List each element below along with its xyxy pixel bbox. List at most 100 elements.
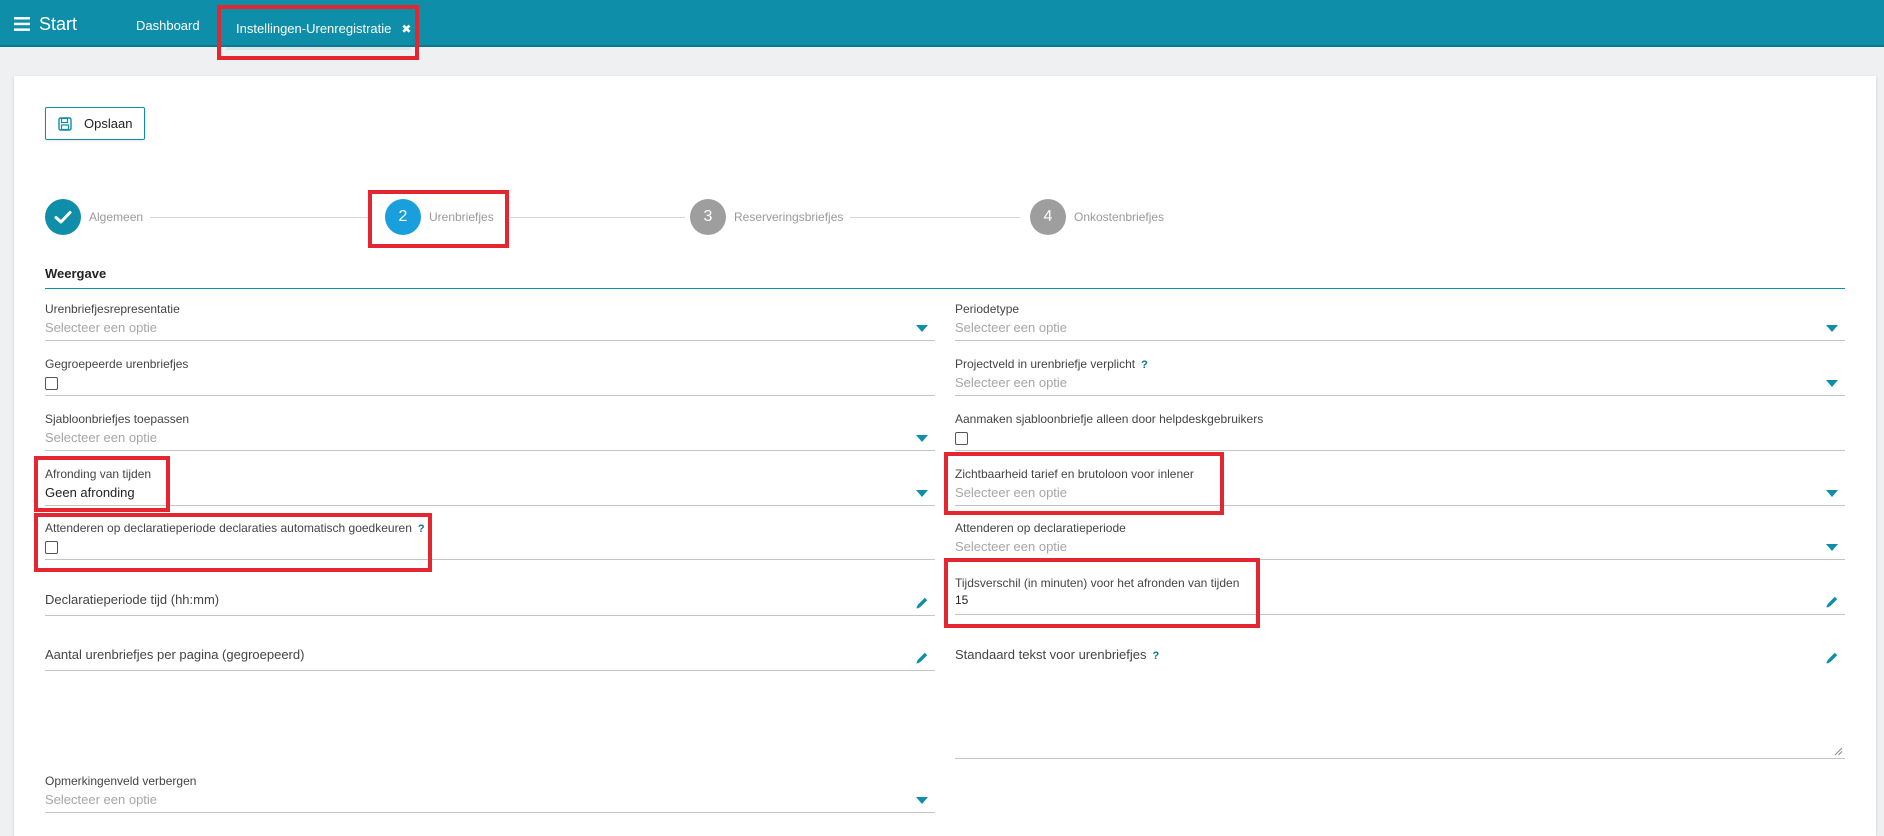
field-label: Attenderen op declaratieperiode xyxy=(955,521,1126,535)
field-label: Opmerkingenveld verbergen xyxy=(45,774,197,788)
step-reserveringsbriefjes[interactable]: 3 Reserveringsbriefjes xyxy=(690,199,843,235)
select-placeholder[interactable]: Selecteer een optie xyxy=(45,792,935,807)
field-underline xyxy=(45,450,935,451)
field-underline xyxy=(45,340,935,341)
step-algemeen[interactable]: Algemeen xyxy=(45,199,143,235)
stepper-connector xyxy=(850,217,1020,218)
step-circle: 2 xyxy=(385,199,421,235)
select-placeholder[interactable]: Selecteer een optie xyxy=(45,320,935,335)
section-title: Weergave xyxy=(45,266,107,281)
select-value[interactable]: Geen afronding xyxy=(45,485,935,500)
chevron-down-icon[interactable] xyxy=(916,325,928,332)
stepper-connector xyxy=(510,217,685,218)
chevron-down-icon[interactable] xyxy=(1826,490,1838,497)
start-menu-button[interactable]: Start xyxy=(14,12,77,36)
input-label[interactable]: Declaratieperiode tijd (hh:mm) xyxy=(45,592,935,607)
field-label: Afronding van tijden xyxy=(45,467,152,481)
step-label: Reserveringsbriefjes xyxy=(734,210,844,224)
chevron-down-icon[interactable] xyxy=(916,435,928,442)
active-tab-indicator xyxy=(226,47,410,50)
field-label: Gegroepeerde urenbriefjes xyxy=(45,357,189,371)
field-underline xyxy=(45,505,935,506)
field-underline xyxy=(45,670,935,671)
field-underline xyxy=(955,395,1845,396)
field-label: Periodetype xyxy=(955,302,1020,316)
field-zichtbaarheid-tarief: Zichtbaarheid tarief en brutoloon voor i… xyxy=(955,467,1845,507)
tab-label: Instellingen-Urenregistratie xyxy=(236,21,392,36)
field-underline xyxy=(45,559,935,560)
tab-dashboard[interactable]: Dashboard xyxy=(136,16,200,34)
step-circle xyxy=(45,199,81,235)
help-icon[interactable]: ? xyxy=(1153,650,1160,662)
section-divider xyxy=(45,288,1845,289)
step-onkostenbriefjes[interactable]: 4 Onkostenbriefjes xyxy=(1030,199,1164,235)
field-underline xyxy=(955,758,1845,759)
field-underline xyxy=(45,615,935,616)
tab-instellingen-urenregistratie[interactable]: Instellingen-Urenregistratie ✖ xyxy=(218,5,418,59)
field-aanmaken-sjabloonbriefje: Aanmaken sjabloonbriefje alleen door hel… xyxy=(955,412,1845,452)
chevron-down-icon[interactable] xyxy=(1826,380,1838,387)
hamburger-menu-icon xyxy=(14,17,30,31)
attenderen-automatisch-checkbox[interactable] xyxy=(45,541,58,554)
help-icon[interactable]: ? xyxy=(418,523,425,535)
field-label: Aanmaken sjabloonbriefje alleen door hel… xyxy=(955,412,1264,426)
tijdsverschil-input[interactable]: 15 xyxy=(955,593,1845,607)
chevron-down-icon[interactable] xyxy=(916,797,928,804)
field-label-text: Standaard tekst voor urenbriefjes xyxy=(955,647,1147,662)
field-urenbriefjesrepresentatie: Urenbriefjesrepresentatie Selecteer een … xyxy=(45,302,935,342)
field-underline xyxy=(45,812,935,813)
field-projectveld-verplicht: Projectveld in urenbriefje verplicht? Se… xyxy=(955,357,1845,397)
field-underline xyxy=(955,559,1845,560)
chevron-down-icon[interactable] xyxy=(1826,325,1838,332)
field-afronding-van-tijden: Afronding van tijden Geen afronding xyxy=(45,467,935,507)
floppy-disk-icon xyxy=(58,116,72,131)
field-standaard-tekst: Standaard tekst voor urenbriefjes? xyxy=(955,647,1845,759)
step-circle: 4 xyxy=(1030,199,1066,235)
field-opmerkingenveld-verbergen: Opmerkingenveld verbergen Selecteer een … xyxy=(45,774,935,814)
help-icon[interactable]: ? xyxy=(1141,359,1148,371)
field-tijdsverschil: Tijdsverschil (in minuten) voor het afro… xyxy=(955,576,1845,616)
chevron-down-icon[interactable] xyxy=(916,490,928,497)
pencil-icon[interactable] xyxy=(915,651,929,665)
start-label: Start xyxy=(39,13,78,34)
save-button-label: Opslaan xyxy=(84,116,133,131)
step-urenbriefjes[interactable]: 2 Urenbriefjes xyxy=(385,199,494,235)
field-label: Tijdsverschil (in minuten) voor het afro… xyxy=(955,576,1240,590)
step-label: Onkostenbriefjes xyxy=(1074,210,1165,224)
field-attenderen-automatisch-goedkeuren: Attenderen op declaratieperiode declarat… xyxy=(45,521,935,561)
resize-handle-icon[interactable] xyxy=(1834,747,1843,756)
field-label-text: Projectveld in urenbriefje verplicht xyxy=(955,357,1136,371)
select-placeholder[interactable]: Selecteer een optie xyxy=(955,375,1845,390)
select-placeholder[interactable]: Selecteer een optie xyxy=(955,539,1845,554)
save-button[interactable]: Opslaan xyxy=(45,107,145,140)
textarea-label[interactable]: Standaard tekst voor urenbriefjes? xyxy=(955,647,1845,662)
select-placeholder[interactable]: Selecteer een optie xyxy=(955,485,1845,500)
field-underline xyxy=(955,450,1845,451)
field-underline xyxy=(955,505,1845,506)
field-label: Sjabloonbriefjes toepassen xyxy=(45,412,190,426)
field-underline xyxy=(45,395,935,396)
gegroepeerde-checkbox[interactable] xyxy=(45,377,58,390)
select-placeholder[interactable]: Selecteer een optie xyxy=(45,430,935,445)
field-label: Urenbriefjesrepresentatie xyxy=(45,302,180,316)
step-label: Algemeen xyxy=(89,210,144,224)
field-label: Attenderen op declaratieperiode declarat… xyxy=(45,521,935,535)
pencil-icon[interactable] xyxy=(1825,595,1839,609)
aanmaken-sjabloon-checkbox[interactable] xyxy=(955,432,968,445)
pencil-icon[interactable] xyxy=(1825,651,1839,665)
field-declaratieperiode-tijd: Declaratieperiode tijd (hh:mm) xyxy=(45,592,935,616)
pencil-icon[interactable] xyxy=(915,596,929,610)
select-placeholder[interactable]: Selecteer een optie xyxy=(955,320,1845,335)
field-aantal-urenbriefjes-per-pagina: Aantal urenbriefjes per pagina (gegroepe… xyxy=(45,647,935,671)
chevron-down-icon[interactable] xyxy=(1826,544,1838,551)
field-gegroepeerde-urenbriefjes: Gegroepeerde urenbriefjes xyxy=(45,357,935,397)
field-label: Projectveld in urenbriefje verplicht? xyxy=(955,357,1845,371)
field-attenderen-declaratieperiode: Attenderen op declaratieperiode Selectee… xyxy=(955,521,1845,561)
stepper-connector xyxy=(150,217,368,218)
close-icon[interactable]: ✖ xyxy=(401,22,411,36)
field-sjabloonbriefjes-toepassen: Sjabloonbriefjes toepassen Selecteer een… xyxy=(45,412,935,452)
input-label[interactable]: Aantal urenbriefjes per pagina (gegroepe… xyxy=(45,647,935,662)
step-circle: 3 xyxy=(690,199,726,235)
top-navigation-bar: Start Dashboard Instellingen-Urenregistr… xyxy=(0,0,1884,50)
field-label-text: Attenderen op declaratieperiode declarat… xyxy=(45,521,412,535)
